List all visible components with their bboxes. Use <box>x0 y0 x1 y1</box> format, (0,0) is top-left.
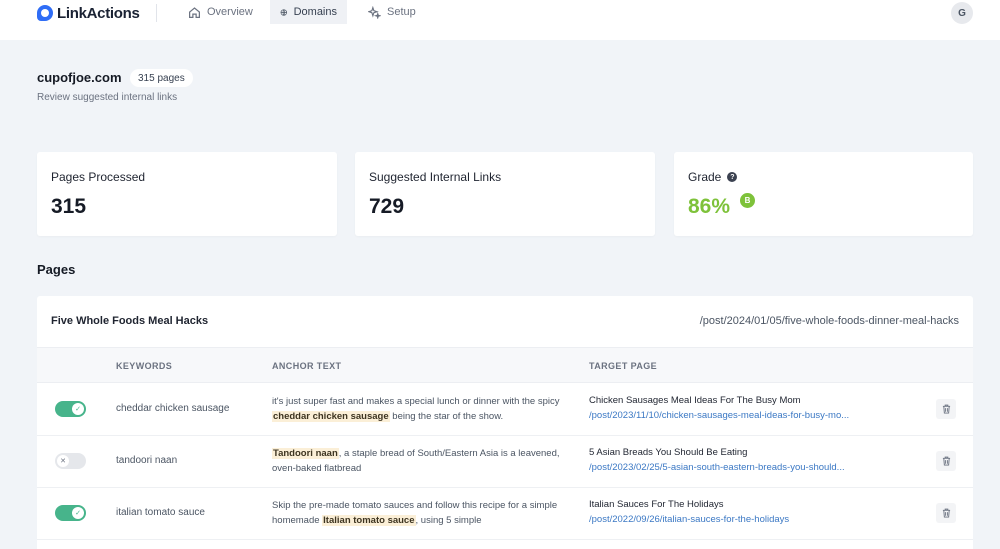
stat-value: 315 <box>51 195 87 218</box>
nav-setup-label: Setup <box>387 6 416 18</box>
anchor-text-before: it's just super fast and makes a special… <box>272 396 560 407</box>
globe-icon <box>280 8 287 16</box>
target-page-title: 5 Asian Breads You Should Be Eating <box>589 447 748 458</box>
nav-overview-label: Overview <box>207 6 253 18</box>
anchor-text: Tandoori naan, a staple bread of South/E… <box>272 446 562 476</box>
column-header-keywords: KEYWORDS <box>116 361 173 371</box>
target-page-link[interactable]: /post/2023/11/10/chicken-sausages-meal-i… <box>589 410 879 421</box>
page-card: Five Whole Foods Meal Hacks /post/2024/0… <box>37 296 973 549</box>
keyword: cheddar chicken sausage <box>116 403 230 414</box>
stat-label: Suggested Internal Links <box>369 170 502 184</box>
section-title: Pages <box>37 262 76 277</box>
target-page-title: Italian Sauces For The Holidays <box>589 499 724 510</box>
grade-card: Grade ? 86% B <box>674 152 973 236</box>
anchor-text: it's just super fast and makes a special… <box>272 394 562 424</box>
page-path[interactable]: /post/2024/01/05/five-whole-foods-dinner… <box>700 315 959 327</box>
delete-button[interactable] <box>936 399 956 419</box>
pages-count-badge: 315 pages <box>130 69 193 87</box>
nav-overview[interactable]: Overview <box>178 0 263 24</box>
link-toggle[interactable]: ✓ <box>55 505 86 521</box>
app-logo[interactable]: LinkActions <box>37 4 140 22</box>
pages-processed-card: Pages Processed 315 <box>37 152 337 236</box>
domain-subtitle: Review suggested internal links <box>37 92 178 103</box>
target-page-title: Chicken Sausages Meal Ideas For The Busy… <box>589 395 801 406</box>
anchor-highlight: cheddar chicken sausage <box>272 411 390 422</box>
divider <box>156 4 157 22</box>
delete-button[interactable] <box>936 451 956 471</box>
table-row: ✕ tandoori naan Tandoori naan, a staple … <box>37 436 973 488</box>
home-icon <box>189 6 200 18</box>
sparkles-icon <box>368 5 381 19</box>
nav-domains[interactable]: Domains <box>270 0 347 24</box>
logo-icon <box>37 5 53 21</box>
anchor-highlight: Italian tomato sauce <box>322 515 416 526</box>
stat-label: Pages Processed <box>51 170 146 184</box>
trash-icon <box>942 456 950 466</box>
keyword: italian tomato sauce <box>116 507 205 518</box>
column-header-anchor-text: ANCHOR TEXT <box>272 361 342 371</box>
target-page-link[interactable]: /post/2022/09/26/italian-sauces-for-the-… <box>589 514 879 525</box>
top-bar: LinkActions Overview Domains Setup G <box>0 0 1000 40</box>
column-header-target-page: TARGET PAGE <box>589 361 658 371</box>
anchor-highlight: Tandoori naan <box>272 448 339 459</box>
help-icon[interactable]: ? <box>727 172 738 182</box>
stat-value: 729 <box>369 195 405 218</box>
app-name: LinkActions <box>57 4 140 22</box>
page-title: Five Whole Foods Meal Hacks <box>51 315 209 327</box>
trash-icon <box>942 508 950 518</box>
nav-domains-label: Domains <box>293 6 337 18</box>
stat-label: Grade <box>688 170 722 184</box>
check-icon: ✓ <box>72 403 84 415</box>
check-icon: ✓ <box>72 507 84 519</box>
table-row: ✓ italian tomato sauce Skip the pre-made… <box>37 488 973 540</box>
table-row: ✓ cheddar chicken sausage it's just supe… <box>37 384 973 436</box>
grade-value: 86% <box>688 195 731 218</box>
anchor-text-after: being the star of the show. <box>389 411 504 422</box>
user-avatar[interactable]: G <box>951 2 973 24</box>
link-toggle[interactable]: ✓ <box>55 401 86 417</box>
table-header: KEYWORDS ANCHOR TEXT TARGET PAGE <box>37 347 973 383</box>
nav-setup[interactable]: Setup <box>358 0 426 24</box>
domain-title: cupofjoe.com <box>37 70 122 85</box>
anchor-text: Skip the pre-made tomato sauces and foll… <box>272 498 562 528</box>
keyword: tandoori naan <box>116 455 178 466</box>
link-toggle[interactable]: ✕ <box>55 453 86 469</box>
target-page-link[interactable]: /post/2023/02/25/5-asian-south-eastern-b… <box>589 462 879 473</box>
grade-letter-badge: B <box>740 193 755 208</box>
anchor-text-after: , using 5 simple <box>415 515 482 526</box>
x-icon: ✕ <box>57 455 69 467</box>
trash-icon <box>942 404 950 414</box>
delete-button[interactable] <box>936 503 956 523</box>
grade-label-row: Grade ? <box>688 170 738 184</box>
suggested-links-card: Suggested Internal Links 729 <box>355 152 655 236</box>
